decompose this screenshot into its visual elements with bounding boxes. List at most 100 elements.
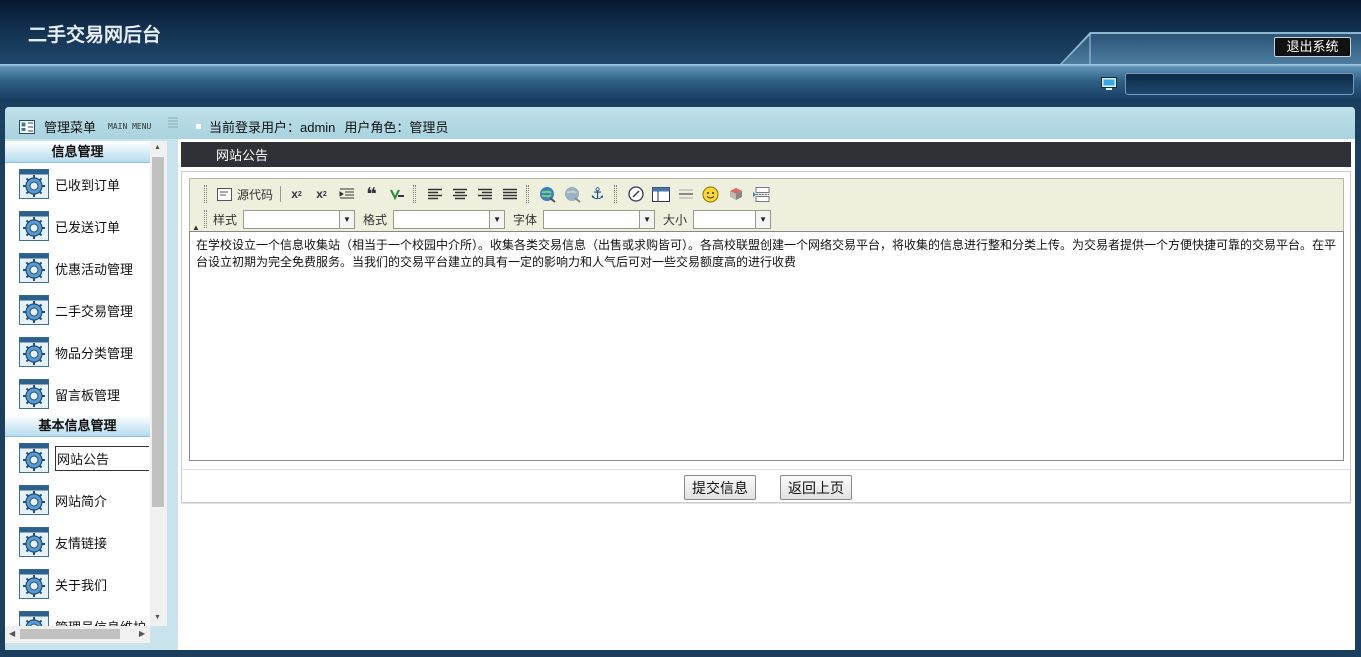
sidebar-item[interactable]: 关于我们: [5, 563, 150, 605]
top-header: 二手交易网后台 退出系统: [0, 0, 1361, 64]
source-code-button[interactable]: 源代码: [213, 184, 277, 204]
align-left-icon[interactable]: [425, 185, 444, 203]
indent-icon[interactable]: [337, 185, 356, 203]
toolbar-separator: [280, 186, 282, 202]
sidebar-item[interactable]: 二手交易管理: [5, 289, 150, 331]
gear-icon: [19, 337, 49, 367]
toolbar-grip: [204, 185, 207, 203]
scroll-down-icon[interactable]: ▼: [154, 614, 161, 621]
gear-icon: [19, 611, 49, 626]
scroll-up-icon[interactable]: ▲: [154, 144, 161, 151]
sub-header-panel: [1125, 73, 1354, 95]
format-select[interactable]: ▼: [393, 209, 506, 229]
sidebar: 信息管理已收到订单已发送订单优惠活动管理 二手交易管理 物品分类管理 留言板管理基本信…: [5, 139, 178, 650]
sub-header-bar: [0, 64, 1361, 102]
gear-icon: [19, 253, 49, 283]
source-code-label: 源代码: [237, 187, 274, 202]
style-select[interactable]: ▼: [243, 209, 356, 229]
menu-toggle-icon[interactable]: [168, 117, 178, 129]
submit-button[interactable]: 提交信息: [684, 475, 756, 500]
sidebar-group-header[interactable]: 基本信息管理: [5, 415, 150, 437]
gear-icon: [19, 569, 49, 599]
gear-icon: [19, 443, 49, 473]
sidebar-item-label: 已收到订单: [55, 177, 121, 193]
blockquote-icon[interactable]: ❝: [362, 184, 381, 204]
scroll-left-icon[interactable]: ◀: [9, 629, 15, 638]
flash-icon[interactable]: [626, 185, 645, 203]
scrollbar-thumb[interactable]: [152, 157, 164, 507]
sidebar-item[interactable]: 网站公告: [5, 437, 150, 479]
rich-text-editor: ▲ 源代码 x2 x2 ❝ ⚓ 样式 ▼ 格式 ▼ 字体 ▼ 大小 ▼ 在学校设…: [181, 171, 1351, 503]
sidebar-item[interactable]: 友情链接: [5, 521, 150, 563]
sidebar-item-label: 物品分类管理: [55, 345, 134, 361]
source-icon: [217, 187, 232, 201]
font-select[interactable]: ▼: [543, 209, 656, 229]
menu-title: 管理菜单 MAIN MENU: [19, 117, 151, 136]
gear-icon: [19, 527, 49, 557]
sidebar-vertical-scrollbar[interactable]: ▲ ▼: [150, 141, 167, 626]
editor-toolbar: ▲ 源代码 x2 x2 ❝ ⚓ 样式 ▼ 格式 ▼ 字体 ▼ 大小 ▼: [189, 178, 1344, 232]
sidebar-item[interactable]: 网站简介: [5, 479, 150, 521]
sidebar-item-label: 优惠活动管理: [55, 261, 134, 277]
gear-icon: [19, 169, 49, 199]
sidebar-item[interactable]: 管理员信息维护: [5, 605, 150, 626]
sidebar-item-label: 网站公告: [55, 445, 149, 471]
toolbar-grip: [204, 210, 207, 228]
page-break-icon[interactable]: [751, 185, 770, 203]
subscript-icon[interactable]: x2: [287, 185, 306, 203]
logout-button[interactable]: 退出系统: [1274, 37, 1351, 57]
toolbar-row-2: 样式 ▼ 格式 ▼ 字体 ▼ 大小 ▼: [204, 209, 779, 229]
login-info: 当前登录用户：admin 用户角色：管理员: [196, 117, 448, 136]
special-char-icon[interactable]: [726, 185, 745, 203]
align-right-icon[interactable]: [475, 185, 494, 203]
div-container-icon[interactable]: [387, 185, 406, 203]
table-icon[interactable]: [651, 185, 670, 203]
font-label: 字体: [513, 212, 538, 227]
toolbar-row-1: 源代码 x2 x2 ❝ ⚓: [204, 184, 773, 204]
superscript-icon[interactable]: x2: [312, 185, 331, 203]
sidebar-item[interactable]: 已收到订单: [5, 163, 150, 205]
login-user: 当前登录用户：admin: [209, 120, 336, 135]
sidebar-item-label: 留言板管理: [55, 387, 121, 403]
sidebar-item-label: 二手交易管理: [55, 303, 134, 319]
gear-icon: [19, 485, 49, 515]
back-button[interactable]: 返回上页: [780, 475, 852, 500]
sidebar-item[interactable]: 物品分类管理: [5, 331, 150, 373]
chevron-down-icon[interactable]: ▼: [639, 210, 655, 228]
sidebar-item-label: 关于我们: [55, 577, 108, 593]
toolbar-grip: [526, 185, 530, 203]
scrollbar-thumb[interactable]: [20, 629, 120, 639]
main-frame: 管理菜单 MAIN MENU 当前登录用户：admin 用户角色：管理员 信息管…: [5, 107, 1355, 650]
editor-content-area[interactable]: 在学校设立一个信息收集站（相当于一个校园中介所）。收集各类交易信息（出售或求购皆…: [189, 231, 1344, 461]
sidebar-item[interactable]: 留言板管理: [5, 373, 150, 415]
chevron-down-icon[interactable]: ▼: [489, 210, 505, 228]
justify-icon[interactable]: [500, 185, 519, 203]
monitor-icon: [1101, 77, 1117, 90]
menu-title-label: 管理菜单: [44, 120, 97, 135]
chevron-down-icon[interactable]: ▼: [755, 210, 771, 228]
toolbar-grip: [413, 185, 417, 203]
align-center-icon[interactable]: [450, 185, 469, 203]
bullet-icon: [196, 124, 201, 129]
sidebar-item[interactable]: 已发送订单: [5, 205, 150, 247]
chevron-down-icon[interactable]: ▼: [339, 210, 355, 228]
sidebar-group-header[interactable]: 信息管理: [5, 141, 150, 163]
form-actions: 提交信息 返回上页: [181, 469, 1351, 503]
size-label: 大小: [663, 212, 688, 227]
format-label: 格式: [363, 212, 388, 227]
sidebar-horizontal-scrollbar[interactable]: ◀ ▶: [5, 626, 150, 643]
menu-title-en: MAIN MENU: [108, 122, 152, 131]
scroll-right-icon[interactable]: ▶: [139, 629, 145, 638]
smiley-icon[interactable]: [701, 185, 720, 203]
sidebar-item-label: 管理员信息维护: [55, 617, 146, 627]
unlink-icon[interactable]: [563, 185, 582, 203]
link-icon[interactable]: [538, 185, 557, 203]
anchor-icon[interactable]: ⚓: [588, 185, 607, 203]
login-role: 用户角色：管理员: [344, 120, 449, 135]
sidebar-menu: 信息管理已收到订单已发送订单优惠活动管理 二手交易管理 物品分类管理 留言板管理基本信…: [5, 141, 150, 626]
horizontal-rule-icon[interactable]: [676, 185, 695, 203]
size-select[interactable]: ▼: [693, 209, 772, 229]
sidebar-item[interactable]: 优惠活动管理: [5, 247, 150, 289]
toolbar-grip: [614, 185, 618, 203]
sidebar-item-label: 已发送订单: [55, 219, 121, 235]
